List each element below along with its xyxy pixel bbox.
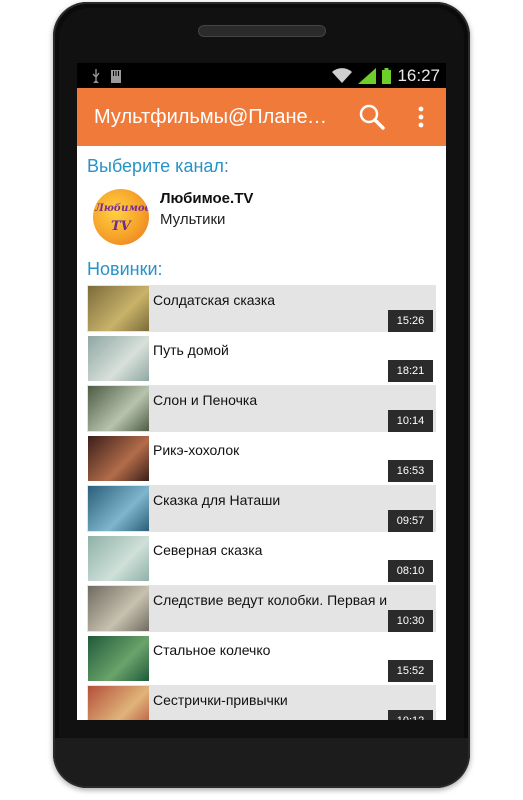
video-duration: 18:21 — [388, 360, 433, 382]
channel-item[interactable]: Любимое TV Любимое.TV Мультики — [77, 186, 446, 248]
video-title: Стальное колечко — [153, 642, 271, 658]
search-button[interactable] — [358, 103, 386, 131]
wifi-icon — [332, 68, 353, 83]
status-time: 16:27 — [397, 66, 440, 85]
signal-icon — [358, 68, 377, 84]
storage-icon — [111, 69, 121, 83]
app-title: Мультфильмы@Планет… — [94, 106, 334, 128]
video-thumbnail — [88, 486, 149, 531]
video-list-item[interactable]: Северная сказка 08:10 — [87, 535, 436, 582]
video-title: Солдатская сказка — [153, 292, 276, 308]
video-title: Путь домой — [153, 342, 229, 358]
video-duration: 15:52 — [388, 660, 433, 682]
video-list-item[interactable]: Солдатская сказка 15:26 — [87, 285, 436, 332]
video-list-item[interactable]: Сестрички-привычки 10:12 — [87, 685, 436, 720]
video-thumbnail — [88, 336, 149, 381]
video-thumbnail — [88, 586, 149, 631]
video-list-item[interactable]: Сказка для Наташи 09:57 — [87, 485, 436, 532]
video-list-item[interactable]: Слон и Пеночка 10:14 — [87, 385, 436, 432]
video-duration: 08:10 — [388, 560, 433, 582]
status-bar: 16:27 — [77, 63, 446, 88]
video-list-item[interactable]: Путь домой 18:21 — [87, 335, 436, 382]
video-title: Слон и Пеночка — [153, 392, 258, 408]
video-list-item[interactable]: Следствие ведут колобки. Первая и 10:30 — [87, 585, 436, 632]
video-thumbnail — [88, 636, 149, 681]
video-thumbnail — [88, 386, 149, 431]
earpiece-speaker — [198, 25, 326, 37]
search-icon — [359, 104, 385, 130]
video-duration: 10:30 — [388, 610, 433, 632]
video-list: Солдатская сказка 15:26 Путь домой 18:21… — [87, 285, 437, 720]
video-thumbnail — [88, 536, 149, 581]
video-thumbnail — [88, 686, 149, 720]
action-bar: Мультфильмы@Планет… — [77, 88, 446, 146]
video-title: Сестрички-привычки — [153, 692, 288, 708]
video-duration: 09:57 — [388, 510, 433, 532]
video-list-item[interactable]: Рикэ-хохолок 16:53 — [87, 435, 436, 482]
new-section-header: Новинки: — [87, 259, 163, 279]
video-title: Следствие ведут колобки. Первая и — [153, 592, 388, 608]
phone-chin — [55, 738, 468, 786]
channel-name: Любимое.TV — [160, 190, 254, 207]
video-duration: 10:12 — [388, 710, 433, 720]
app-screen: 16:27 Мультфильмы@Планет… Выберите канал… — [77, 63, 446, 720]
usb-icon — [92, 69, 100, 83]
video-duration: 10:14 — [388, 410, 433, 432]
video-duration: 15:26 — [388, 310, 433, 332]
overflow-menu-button[interactable] — [412, 104, 430, 130]
channel-section-header: Выберите канал: — [87, 156, 229, 176]
channel-subtitle: Мультики — [160, 211, 226, 228]
more-vert-icon — [418, 106, 424, 128]
video-duration: 16:53 — [388, 460, 433, 482]
battery-icon — [382, 68, 392, 84]
video-thumbnail — [88, 286, 149, 331]
video-title: Рикэ-хохолок — [153, 442, 240, 458]
video-list-item[interactable]: Стальное колечко 15:52 — [87, 635, 436, 682]
video-title: Северная сказка — [153, 542, 263, 558]
video-title: Сказка для Наташи — [153, 492, 281, 508]
channel-logo: Любимое TV — [93, 189, 149, 245]
video-thumbnail — [88, 436, 149, 481]
